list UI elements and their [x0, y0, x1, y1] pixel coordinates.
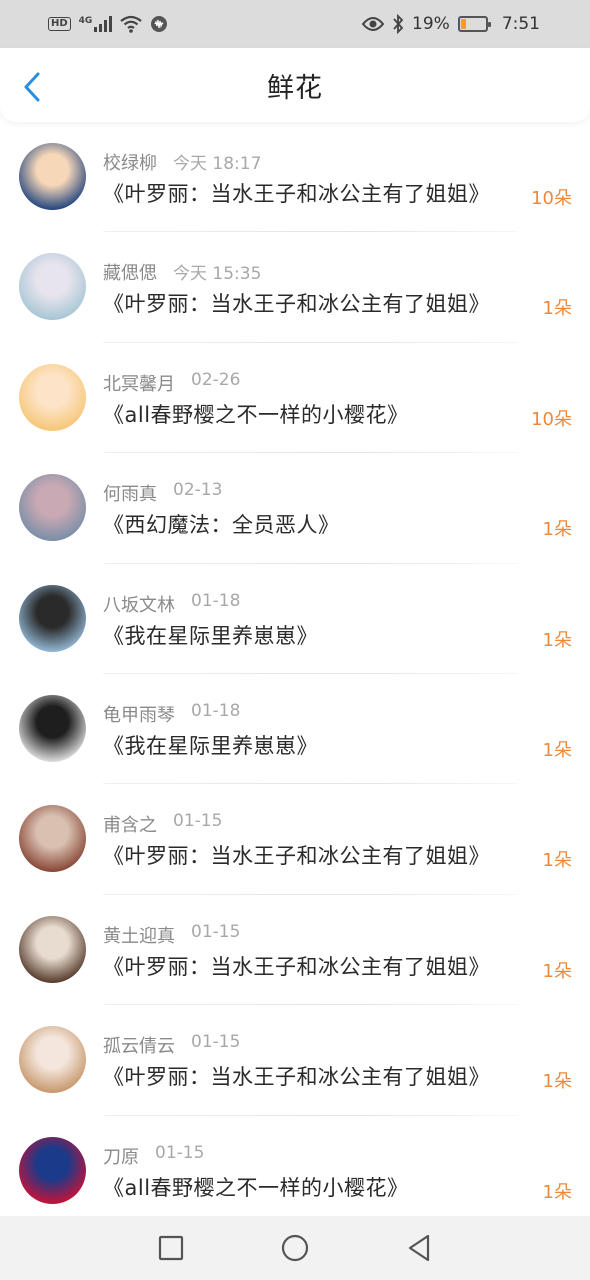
book-title[interactable]: 《all春野樱之不一样的小樱花》 — [103, 399, 409, 429]
timestamp: 01-15 — [191, 1032, 241, 1053]
list-item[interactable]: 八坂文林 01-18 《我在星际里养崽崽》 1朵 — [0, 564, 590, 674]
avatar[interactable] — [19, 363, 86, 431]
user-name[interactable]: 黄土迎真 — [103, 922, 175, 948]
avatar[interactable] — [19, 805, 86, 873]
timestamp: 01-15 — [155, 1142, 205, 1163]
status-left: HD 4G — [48, 15, 168, 33]
book-title[interactable]: 《我在星际里养崽崽》 — [103, 620, 318, 650]
user-name[interactable]: 孤云倩云 — [103, 1032, 175, 1058]
meta-line: 何雨真 02-13 — [103, 480, 222, 506]
battery-percent: 19% — [412, 14, 450, 34]
timestamp: 01-18 — [191, 590, 241, 611]
system-back-button[interactable] — [399, 1228, 439, 1268]
flower-count: 1朵 — [542, 1071, 572, 1093]
list-item[interactable]: 北冥馨月 02-26 《all春野樱之不一样的小樱花》 10朵 — [0, 343, 590, 454]
chevron-left-icon — [24, 72, 40, 102]
system-nav-bar — [0, 1216, 590, 1280]
book-title[interactable]: 《西幻魔法：全员恶人》 — [103, 509, 340, 539]
timestamp: 01-18 — [191, 700, 241, 721]
list-item[interactable]: 龟甲雨琴 01-18 《我在星际里养崽崽》 1朵 — [0, 674, 590, 785]
book-title[interactable]: 《叶罗丽：当水王子和冰公主有了姐姐》 — [103, 951, 490, 981]
eye-icon — [362, 17, 385, 31]
book-title[interactable]: 《叶罗丽：当水王子和冰公主有了姐姐》 — [103, 288, 490, 318]
flower-list[interactable]: 校绿柳 今天 18:17 《叶罗丽：当水王子和冰公主有了姐姐》 10朵 藏偲偲 今天 15… — [0, 122, 590, 1216]
list-item[interactable]: 何雨真 02-13 《西幻魔法：全员恶人》 1朵 — [0, 453, 590, 564]
bluetooth-icon — [393, 14, 404, 34]
meta-line: 北冥馨月 02-26 — [103, 370, 240, 396]
cell-signal-icon: 4G — [79, 16, 113, 32]
timestamp: 01-15 — [173, 811, 223, 832]
avatar[interactable] — [19, 694, 86, 762]
meta-line: 八坂文林 01-18 — [103, 591, 240, 617]
avatar[interactable] — [19, 584, 86, 652]
list-item[interactable]: 藏偲偲 今天 15:35 《叶罗丽：当水王子和冰公主有了姐姐》 1朵 — [0, 232, 590, 343]
flower-count: 10朵 — [531, 408, 572, 430]
list-item[interactable]: 孤云倩云 01-15 《叶罗丽：当水王子和冰公主有了姐姐》 1朵 — [0, 1005, 590, 1116]
home-button[interactable] — [275, 1228, 315, 1268]
sound-wave-icon — [151, 16, 168, 32]
book-title[interactable]: 《叶罗丽：当水王子和冰公主有了姐姐》 — [103, 840, 490, 870]
user-name[interactable]: 藏偲偲 — [103, 259, 157, 285]
flower-count: 1朵 — [542, 629, 572, 651]
book-title[interactable]: 《我在星际里养崽崽》 — [103, 730, 318, 760]
battery-icon — [457, 16, 491, 32]
flower-count: 1朵 — [542, 960, 572, 982]
status-bar: HD 4G 19% 7:51 — [0, 0, 590, 48]
clock: 7:51 — [501, 14, 540, 34]
book-title[interactable]: 《叶罗丽：当水王子和冰公主有了姐姐》 — [103, 178, 490, 208]
back-icon — [408, 1234, 430, 1262]
meta-line: 黄土迎真 01-15 — [103, 922, 240, 948]
flower-count: 1朵 — [542, 298, 572, 320]
user-name[interactable]: 校绿柳 — [103, 149, 157, 175]
avatar[interactable] — [19, 915, 86, 983]
user-name[interactable]: 龟甲雨琴 — [103, 701, 175, 727]
flower-count: 10朵 — [531, 188, 572, 209]
book-title[interactable]: 《all春野樱之不一样的小樱花》 — [103, 1172, 409, 1202]
list-item[interactable]: 甫含之 01-15 《叶罗丽：当水王子和冰公主有了姐姐》 1朵 — [0, 784, 590, 895]
page-title: 鲜花 — [267, 72, 323, 104]
user-name[interactable]: 八坂文林 — [103, 591, 175, 617]
book-title[interactable]: 《叶罗丽：当水王子和冰公主有了姐姐》 — [103, 1061, 490, 1091]
network-type: 4G — [78, 16, 93, 26]
meta-line: 校绿柳 今天 18:17 — [103, 149, 261, 175]
list-item[interactable]: 刀原 01-15 《all春野樱之不一样的小樱花》 1朵 — [0, 1116, 590, 1216]
avatar[interactable] — [19, 143, 86, 210]
home-icon — [281, 1234, 309, 1262]
user-name[interactable]: 刀原 — [103, 1143, 139, 1169]
app-header: 鲜花 — [0, 48, 590, 122]
list-item[interactable]: 校绿柳 今天 18:17 《叶罗丽：当水王子和冰公主有了姐姐》 10朵 — [0, 122, 590, 233]
timestamp: 今天 15:35 — [173, 264, 262, 285]
recent-apps-icon — [158, 1235, 184, 1261]
flower-count: 1朵 — [542, 850, 572, 872]
user-name[interactable]: 甫含之 — [103, 811, 157, 837]
meta-line: 龟甲雨琴 01-18 — [103, 701, 240, 727]
flower-count: 1朵 — [542, 1181, 572, 1203]
back-button[interactable] — [18, 72, 46, 102]
list-item[interactable]: 黄土迎真 01-15 《叶罗丽：当水王子和冰公主有了姐姐》 1朵 — [0, 895, 590, 1006]
meta-line: 甫含之 01-15 — [103, 811, 222, 837]
avatar[interactable] — [19, 1136, 86, 1204]
meta-line: 孤云倩云 01-15 — [103, 1032, 240, 1058]
wifi-icon — [120, 15, 143, 33]
timestamp: 01-15 — [191, 921, 241, 942]
status-right: 19% 7:51 — [362, 14, 540, 34]
user-name[interactable]: 何雨真 — [103, 480, 157, 506]
timestamp: 今天 18:17 — [173, 154, 262, 174]
avatar[interactable] — [19, 474, 86, 542]
avatar[interactable] — [19, 1026, 86, 1094]
meta-line: 刀原 01-15 — [103, 1143, 204, 1169]
user-name[interactable]: 北冥馨月 — [103, 370, 175, 396]
flower-count: 1朵 — [542, 739, 572, 761]
timestamp: 02-13 — [173, 480, 223, 501]
flower-count: 1朵 — [542, 519, 572, 541]
meta-line: 藏偲偲 今天 15:35 — [103, 259, 261, 285]
timestamp: 02-26 — [191, 369, 241, 390]
recent-apps-button[interactable] — [151, 1228, 191, 1268]
avatar[interactable] — [19, 253, 86, 321]
hd-badge: HD — [48, 17, 71, 31]
